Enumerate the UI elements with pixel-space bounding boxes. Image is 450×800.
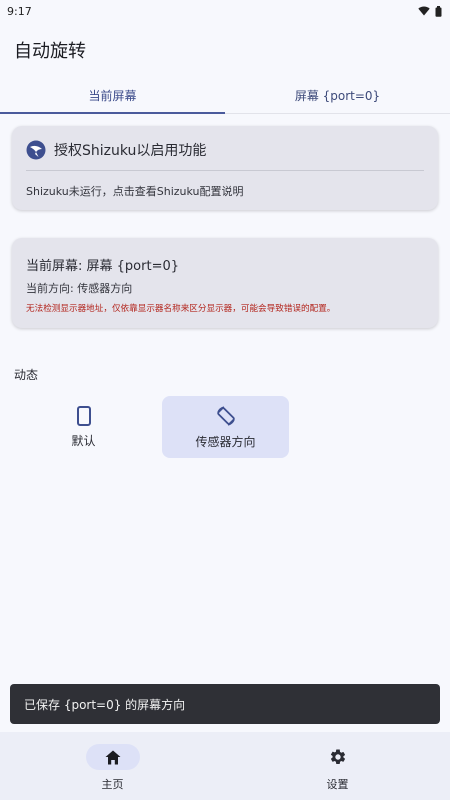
- section-label-dynamic: 动态: [14, 368, 39, 382]
- screen-direction: 当前方向: 传感器方向: [26, 282, 133, 295]
- current-screen-card: 当前屏幕: 屏幕 {port=0} 当前方向: 传感器方向 无法检测显示器地址，…: [12, 238, 438, 328]
- nav-item-settings[interactable]: 设置: [225, 732, 450, 800]
- tab-current-screen[interactable]: 当前屏幕: [0, 78, 225, 114]
- phone-portrait-icon: [76, 405, 91, 426]
- snackbar-message: 已保存 {port=0} 的屏幕方向: [24, 697, 186, 712]
- auth-title: 授权Shizuku以启用功能: [54, 143, 207, 159]
- battery-icon: [435, 5, 442, 17]
- app-title: 自动旋转: [14, 41, 86, 62]
- tab-screen-port0[interactable]: 屏幕 {port=0}: [225, 78, 450, 113]
- bottom-nav: 主页 设置: [0, 732, 450, 800]
- nav-home-indicator: [85, 744, 140, 770]
- option-default[interactable]: 默认: [20, 396, 147, 458]
- option-default-label: 默认: [71, 433, 96, 448]
- nav-home-label: 主页: [101, 778, 124, 791]
- divider: [26, 170, 424, 171]
- wifi-icon: [418, 6, 430, 16]
- nav-item-home[interactable]: 主页: [0, 732, 225, 800]
- shizuku-icon: [26, 140, 46, 160]
- option-sensor-label: 传感器方向: [195, 434, 256, 449]
- shizuku-auth-card[interactable]: 授权Shizuku以启用功能 Shizuku未运行，点击查看Shizuku配置说…: [12, 126, 438, 210]
- tab-bar: 当前屏幕 屏幕 {port=0}: [0, 78, 450, 114]
- status-bar: 9:17: [0, 0, 450, 22]
- auth-header: 授权Shizuku以启用功能: [26, 140, 206, 160]
- snackbar: 已保存 {port=0} 的屏幕方向: [10, 684, 440, 724]
- home-icon: [105, 750, 120, 764]
- screen-title: 当前屏幕: 屏幕 {port=0}: [26, 259, 179, 274]
- status-icons: [418, 5, 442, 17]
- nav-settings-indicator: [311, 744, 365, 770]
- nav-settings-label: 设置: [326, 778, 349, 791]
- status-time: 9:17: [7, 4, 32, 18]
- option-sensor-direction[interactable]: 传感器方向: [162, 396, 289, 458]
- screen-warning: 无法检测显示器地址，仅依靠显示器名称来区分显示器，可能会导致错误的配置。: [26, 304, 336, 314]
- screen-rotation-icon: [216, 405, 235, 426]
- auth-description: Shizuku未运行，点击查看Shizuku配置说明: [26, 185, 244, 198]
- gear-icon: [330, 749, 345, 764]
